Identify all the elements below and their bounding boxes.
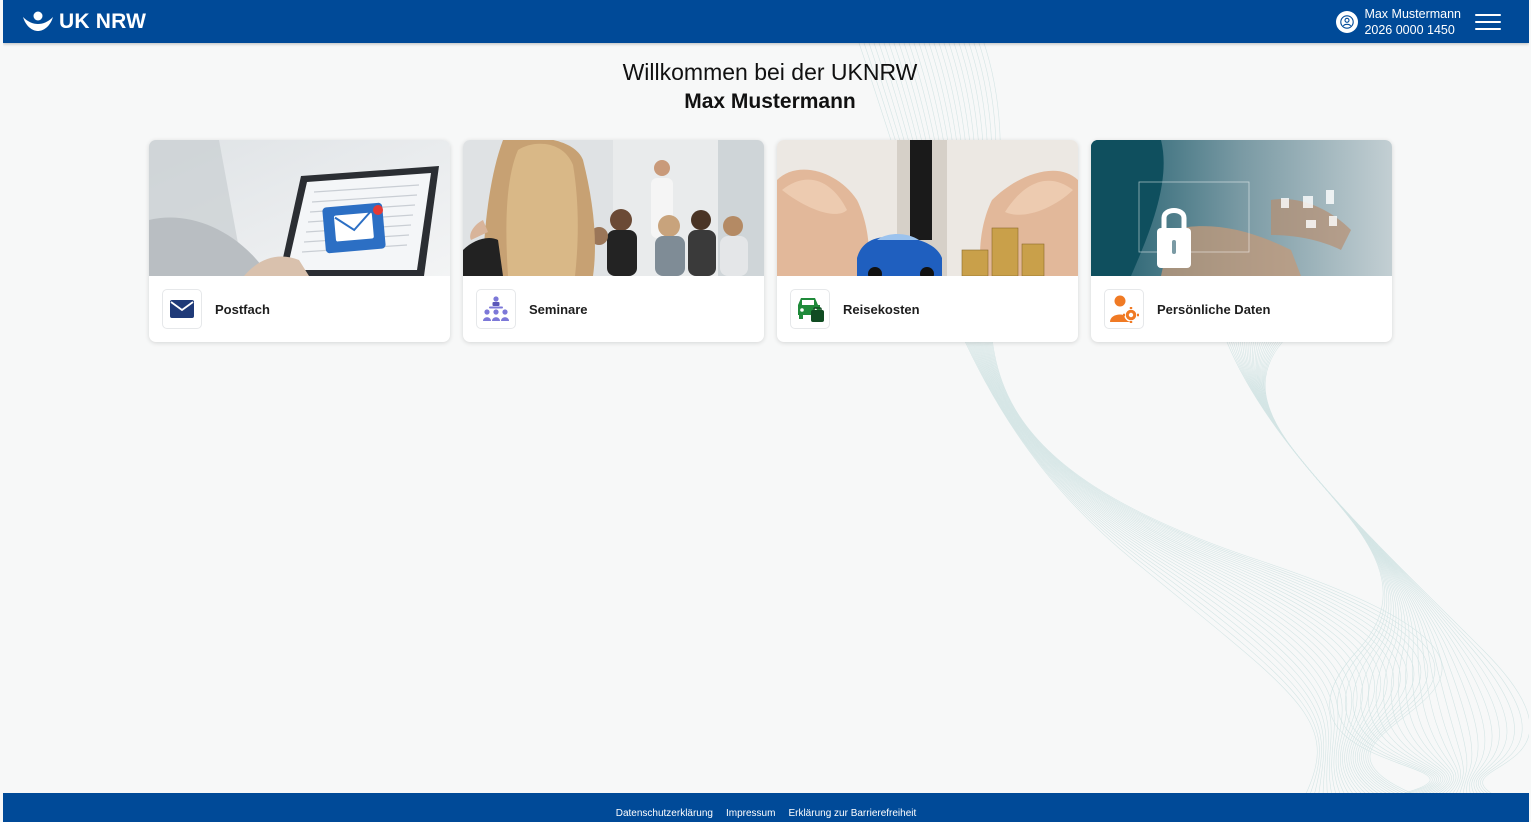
car-wallet-icon — [790, 289, 830, 329]
tile-seminare-footer: Seminare — [463, 276, 764, 342]
tile-label: Postfach — [215, 301, 270, 317]
welcome-heading: Willkommen bei der UKNRW Max Mustermann — [3, 57, 1529, 117]
tile-reisekosten[interactable]: Reisekosten — [777, 140, 1078, 342]
seminar-audience-photo — [463, 140, 764, 276]
hamburger-menu-icon[interactable] — [1475, 11, 1501, 33]
tile-grid: Postfach Seminare Reisekosten Persönlich… — [149, 140, 1392, 342]
footer-link-datenschutz[interactable]: Datenschutzerklärung — [616, 808, 713, 819]
footer: Datenschutzerklärung Impressum Erklärung… — [3, 793, 1529, 822]
tile-postfach-footer: Postfach — [149, 276, 450, 342]
welcome-user-name: Max Mustermann — [684, 90, 856, 113]
seminar-group-icon — [476, 289, 516, 329]
welcome-title: Willkommen bei der UKNRW — [622, 59, 918, 85]
tile-label: Seminare — [529, 301, 588, 317]
top-navbar: UK NRW Max Mustermann 2026 0000 1450 — [3, 0, 1529, 43]
tile-label: Reisekosten — [843, 301, 920, 317]
logo-text: UK NRW — [59, 9, 147, 33]
user-info: Max Mustermann 2026 0000 1450 — [1364, 6, 1461, 38]
user-settings-icon — [1104, 289, 1144, 329]
user-account[interactable]: Max Mustermann 2026 0000 1450 — [1336, 6, 1461, 38]
footer-link-barrierefreiheit[interactable]: Erklärung zur Barrierefreiheit — [788, 808, 916, 819]
user-avatar-icon — [1336, 10, 1359, 33]
tile-persoenliche-daten-footer: Persönliche Daten — [1091, 276, 1392, 342]
user-name: Max Mustermann — [1364, 6, 1461, 21]
envelope-icon — [162, 289, 202, 329]
car-coins-photo — [777, 140, 1078, 276]
background-wave-pattern — [857, 39, 1529, 801]
header-right: Max Mustermann 2026 0000 1450 — [1336, 6, 1501, 38]
tile-persoenliche-daten[interactable]: Persönliche Daten — [1091, 140, 1392, 342]
page-frame: UK NRW Max Mustermann 2026 0000 1450 Wil… — [3, 0, 1529, 822]
laptop-email-photo — [149, 140, 450, 276]
tile-postfach[interactable]: Postfach — [149, 140, 450, 342]
tile-seminare[interactable]: Seminare — [463, 140, 764, 342]
footer-link-impressum[interactable]: Impressum — [726, 808, 775, 819]
padlock-data-photo — [1091, 140, 1392, 276]
user-number: 2026 0000 1450 — [1364, 22, 1455, 37]
tile-label: Persönliche Daten — [1157, 301, 1271, 317]
tile-reisekosten-footer: Reisekosten — [777, 276, 1078, 342]
uknrw-logo[interactable]: UK NRW — [21, 10, 146, 34]
logo-mark-icon — [23, 11, 53, 31]
